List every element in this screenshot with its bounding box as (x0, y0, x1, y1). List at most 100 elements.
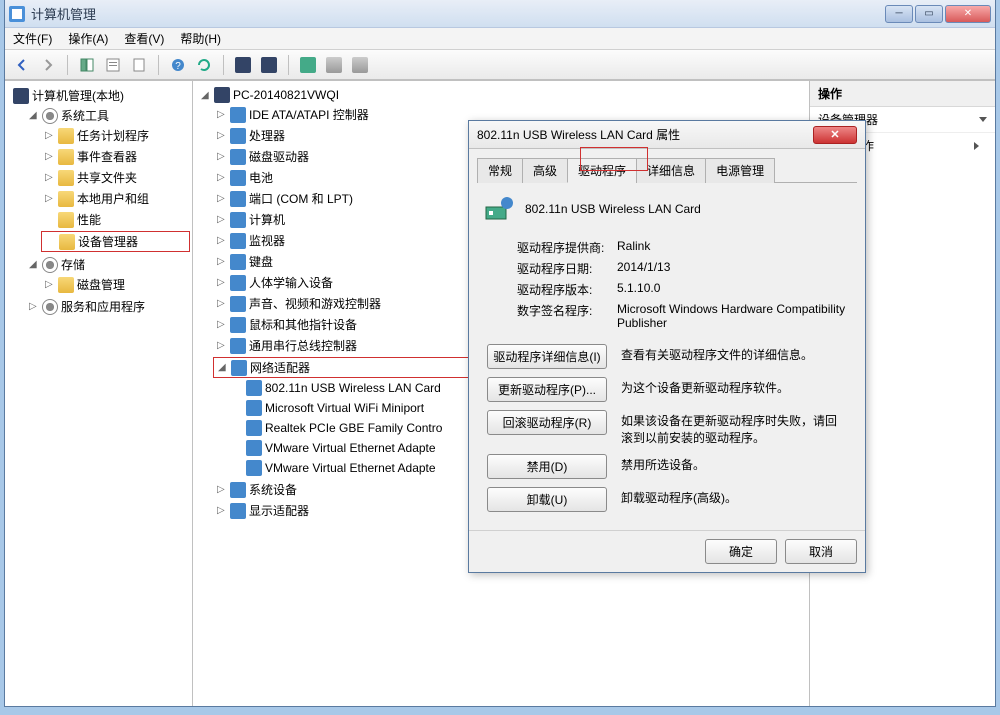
minimize-button[interactable]: ─ (885, 5, 913, 23)
properties-dialog: 802.11n USB Wireless LAN Card 属性 ✕ 常规高级驱… (468, 120, 866, 573)
category-icon (230, 233, 246, 249)
tree-item[interactable]: ▷本地用户和组 (41, 189, 190, 208)
device-name: 802.11n USB Wireless LAN Card (525, 202, 701, 216)
network-card-icon (483, 193, 515, 225)
category-icon (230, 149, 246, 165)
caret-down-icon (979, 117, 987, 122)
menu-file[interactable]: 文件(F) (13, 30, 52, 47)
tab-4[interactable]: 电源管理 (705, 158, 775, 183)
category-icon (230, 503, 246, 519)
driver-action-button[interactable]: 更新驱动程序(P)... (487, 377, 607, 402)
driver-action-button[interactable]: 回滚驱动程序(R) (487, 410, 607, 435)
driver-action-button[interactable]: 卸载(U) (487, 487, 607, 512)
device-root[interactable]: ◢ PC-20140821VWQI (197, 86, 807, 104)
tree-group[interactable]: ▷服务和应用程序 (25, 297, 190, 316)
refresh-button[interactable] (193, 54, 215, 76)
category-icon (230, 128, 246, 144)
group-icon (42, 108, 58, 124)
window-title: 计算机管理 (31, 4, 96, 23)
update-driver-icon[interactable] (297, 54, 319, 76)
scan-hw-button[interactable] (232, 54, 254, 76)
tab-3[interactable]: 详细信息 (636, 158, 706, 183)
adapter-icon (246, 400, 262, 416)
info-key: 数字签名程序: (517, 302, 617, 330)
titlebar: 计算机管理 ─ ▭ ✕ (5, 0, 995, 28)
driver-action-button[interactable]: 驱动程序详细信息(I) (487, 344, 607, 369)
info-key: 驱动程序提供商: (517, 239, 617, 256)
item-icon (58, 277, 74, 293)
info-key: 驱动程序日期: (517, 260, 617, 277)
tree-item[interactable]: 设备管理器 (41, 231, 190, 252)
actions-header: 操作 (810, 81, 995, 107)
item-icon (58, 149, 74, 165)
info-key: 驱动程序版本: (517, 281, 617, 298)
item-icon (58, 128, 74, 144)
driver-action-desc: 为这个设备更新驱动程序软件。 (621, 377, 847, 396)
driver-info: 驱动程序提供商:Ralink驱动程序日期:2014/1/13驱动程序版本:5.1… (517, 239, 857, 330)
tree-item[interactable]: ▷共享文件夹 (41, 168, 190, 187)
category-icon (230, 212, 246, 228)
dialog-tabs: 常规高级驱动程序详细信息电源管理 (477, 157, 857, 183)
group-icon (42, 257, 58, 273)
menubar: 文件(F) 操作(A) 查看(V) 帮助(H) (5, 28, 995, 50)
tab-0[interactable]: 常规 (477, 158, 523, 183)
driver-action-desc: 卸载驱动程序(高级)。 (621, 487, 847, 506)
category-icon (230, 107, 246, 123)
dialog-title-text: 802.11n USB Wireless LAN Card 属性 (477, 126, 680, 143)
dialog-titlebar[interactable]: 802.11n USB Wireless LAN Card 属性 ✕ (469, 121, 865, 149)
svg-text:?: ? (175, 61, 181, 72)
item-icon (59, 234, 75, 250)
menu-view[interactable]: 查看(V) (124, 30, 164, 47)
ok-button[interactable]: 确定 (705, 539, 777, 564)
tree-group[interactable]: ◢存储 (25, 255, 190, 274)
tree-group[interactable]: ◢系统工具 (25, 106, 190, 125)
info-value: 2014/1/13 (617, 260, 857, 277)
tree-item[interactable]: ▷事件查看器 (41, 147, 190, 166)
app-icon (9, 6, 25, 22)
driver-action-button[interactable]: 禁用(D) (487, 454, 607, 479)
menu-help[interactable]: 帮助(H) (180, 30, 221, 47)
category-icon (230, 170, 246, 186)
tree-item[interactable]: 性能 (41, 210, 190, 229)
adapter-icon (246, 420, 262, 436)
caret-right-icon (974, 142, 979, 150)
dialog-close-button[interactable]: ✕ (813, 126, 857, 144)
tree-item[interactable]: ▷磁盘管理 (41, 275, 190, 294)
info-value: 5.1.10.0 (617, 281, 857, 298)
info-value: Ralink (617, 239, 857, 256)
category-icon (230, 191, 246, 207)
item-icon (58, 191, 74, 207)
show-hide-tree-button[interactable] (76, 54, 98, 76)
category-icon (231, 360, 247, 376)
close-button[interactable]: ✕ (945, 5, 991, 23)
driver-action-desc: 禁用所选设备。 (621, 454, 847, 473)
item-icon (58, 212, 74, 228)
computer-icon (13, 88, 29, 104)
item-icon (58, 170, 74, 186)
back-button[interactable] (11, 54, 33, 76)
show-by-type-button[interactable] (258, 54, 280, 76)
maximize-button[interactable]: ▭ (915, 5, 943, 23)
toolbar: ? (5, 50, 995, 80)
export-button[interactable] (128, 54, 150, 76)
tab-1[interactable]: 高级 (522, 158, 568, 183)
adapter-icon (246, 460, 262, 476)
group-icon (42, 299, 58, 315)
pc-icon (214, 87, 230, 103)
menu-action[interactable]: 操作(A) (68, 30, 108, 47)
adapter-icon (246, 440, 262, 456)
disable-icon[interactable] (349, 54, 371, 76)
tab-2[interactable]: 驱动程序 (567, 158, 637, 183)
driver-action-desc: 查看有关驱动程序文件的详细信息。 (621, 344, 847, 363)
category-icon (230, 338, 246, 354)
cancel-button[interactable]: 取消 (785, 539, 857, 564)
help-button[interactable]: ? (167, 54, 189, 76)
info-value: Microsoft Windows Hardware Compatibility… (617, 302, 857, 330)
properties-button[interactable] (102, 54, 124, 76)
adapter-icon (246, 380, 262, 396)
left-tree[interactable]: 计算机管理(本地) ◢系统工具▷任务计划程序 ▷事件查看器 ▷共享文件夹 ▷本地用户和… (5, 81, 193, 706)
uninstall-icon[interactable] (323, 54, 345, 76)
tree-item[interactable]: ▷任务计划程序 (41, 126, 190, 145)
tree-root[interactable]: 计算机管理(本地) (9, 86, 190, 105)
forward-button[interactable] (37, 54, 59, 76)
